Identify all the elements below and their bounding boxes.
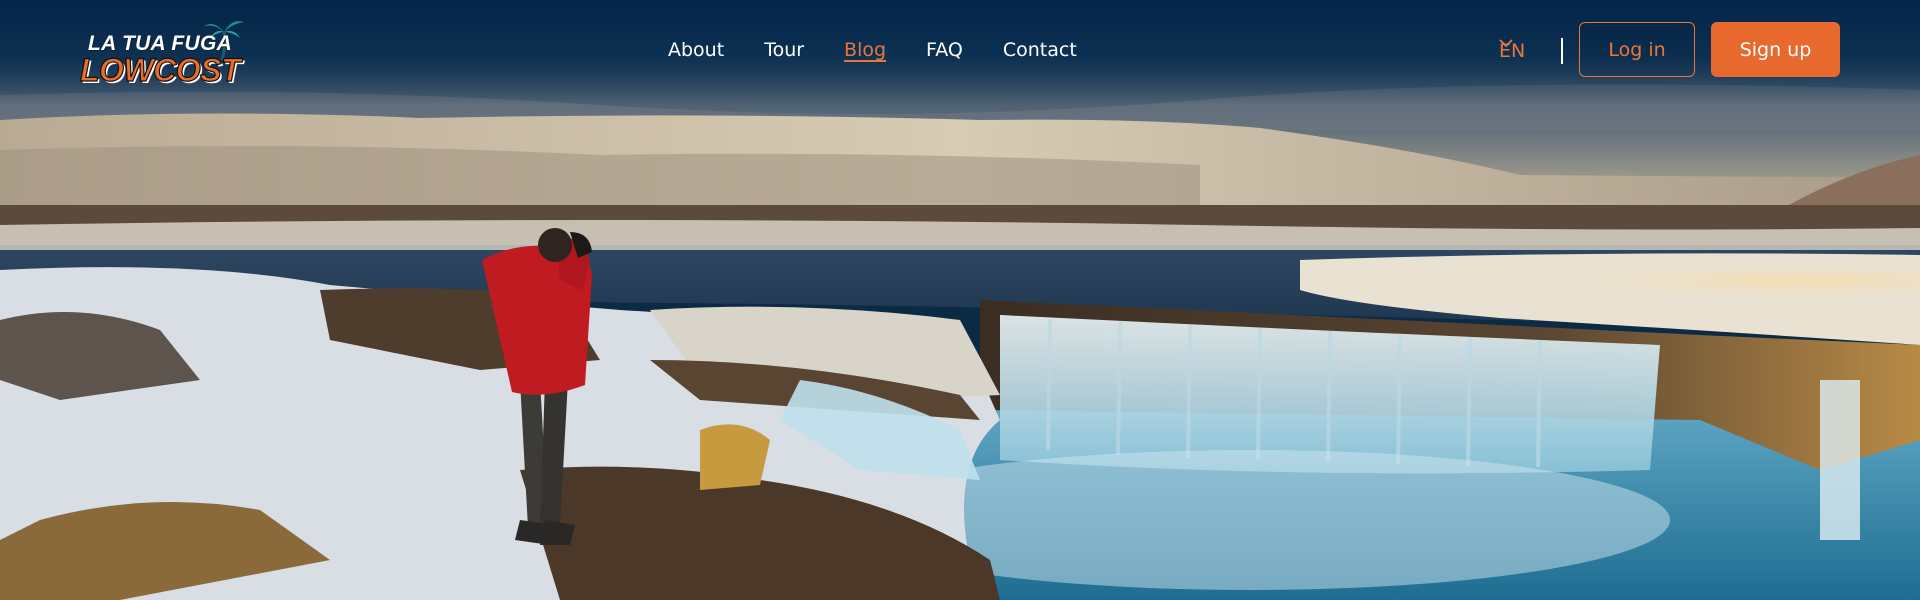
brand-name-line2: LOWCOST xyxy=(79,51,241,88)
main-navigation: About Tour Blog FAQ Contact xyxy=(668,37,1077,63)
language-selector[interactable]: EN xyxy=(1499,38,1525,64)
nav-link-faq[interactable]: FAQ xyxy=(926,39,963,61)
nav-link-about[interactable]: About xyxy=(668,39,724,61)
hero-banner: LA TUA FUGA LOWCOST About Tour Blog FAQ … xyxy=(0,0,1920,600)
nav-link-tour[interactable]: Tour xyxy=(764,39,804,61)
header-divider xyxy=(1561,38,1563,64)
nav-link-contact[interactable]: Contact xyxy=(1003,39,1077,61)
nav-link-blog[interactable]: Blog xyxy=(844,39,886,61)
signup-button[interactable]: Sign up xyxy=(1711,22,1840,77)
login-button[interactable]: Log in xyxy=(1579,22,1695,77)
brand-logo[interactable]: LA TUA FUGA LOWCOST xyxy=(79,18,250,89)
chevron-down-icon xyxy=(1499,39,1513,48)
